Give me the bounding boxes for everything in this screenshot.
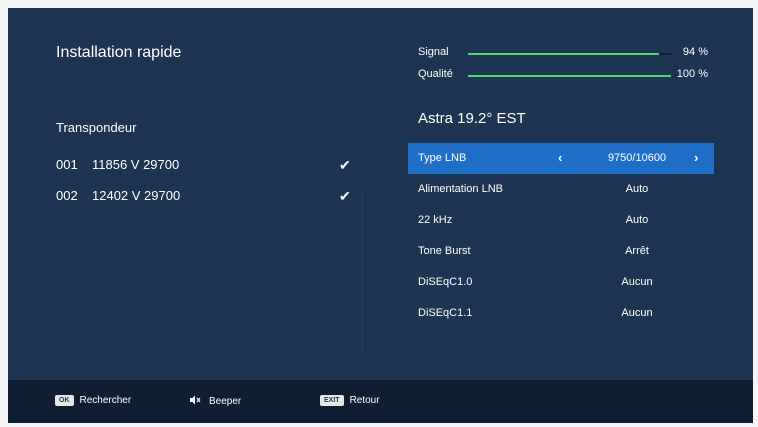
setting-22khz[interactable]: 22 kHz Auto (408, 205, 714, 236)
signal-bar (468, 53, 659, 55)
exit-back-hint[interactable]: EXIT Retour (320, 395, 380, 409)
setting-label: DiSEqC1.1 (418, 307, 473, 319)
signal-track (468, 53, 671, 55)
setting-value: Auto (625, 183, 649, 195)
setting-lnb-type[interactable]: Type LNB ‹ 9750/10600 › (408, 143, 714, 174)
chevron-left-icon[interactable]: ‹ (558, 150, 562, 165)
setting-value: Aucun (621, 307, 653, 319)
ok-key-icon: OK (55, 395, 74, 406)
setting-label: DiSEqC1.0 (418, 276, 473, 288)
footer-bar: OK Rechercher Beeper EXIT Retour (8, 380, 753, 423)
transponder-number: 002 (56, 188, 78, 203)
transponder-frequency: 12402 V 29700 (92, 188, 181, 203)
setting-value: Aucun (621, 276, 653, 288)
beeper-label: Beeper (209, 396, 242, 407)
transponder-frequency: 11856 V 29700 (92, 157, 180, 172)
quality-track (468, 75, 671, 77)
setting-value: Auto (625, 214, 649, 226)
exit-hint-label: Retour (349, 395, 380, 406)
transponder-number: 001 (56, 157, 78, 172)
setting-tone-burst[interactable]: Tone Burst Arrêt (408, 236, 714, 267)
divider (362, 188, 363, 358)
exit-key-icon: EXIT (320, 395, 344, 406)
check-icon: ✔ (339, 157, 351, 173)
setting-label: Alimentation LNB (418, 183, 503, 195)
setting-value: 9750/10600 (607, 152, 667, 164)
quality-value: 100 % (676, 68, 708, 80)
quality-meter: Qualité 100 % (418, 68, 718, 84)
setting-diseqc11[interactable]: DiSEqC1.1 Aucun (408, 298, 714, 329)
setting-value: Arrêt (625, 245, 649, 257)
setting-label: 22 kHz (418, 214, 453, 226)
signal-value: 94 % (682, 46, 708, 58)
setting-label: Type LNB (418, 152, 467, 164)
page-title: Installation rapide (56, 44, 182, 61)
ok-search-hint[interactable]: OK Rechercher (55, 395, 131, 409)
signal-label: Signal (418, 46, 449, 58)
satellite-name: Astra 19.2° EST (418, 110, 526, 127)
ok-hint-label: Rechercher (79, 395, 132, 406)
speaker-mute-icon (190, 395, 201, 408)
setting-label: Tone Burst (418, 245, 471, 257)
setting-diseqc10[interactable]: DiSEqC1.0 Aucun (408, 267, 714, 298)
setting-lnb-power[interactable]: Alimentation LNB Auto (408, 174, 714, 205)
quality-label: Qualité (418, 68, 453, 80)
settings-list: Type LNB ‹ 9750/10600 › Alimentation LNB… (408, 143, 714, 329)
signal-meter: Signal 94 % (418, 46, 718, 62)
quality-bar (468, 75, 671, 77)
transponder-item[interactable]: 002 12402 V 29700 ✔ (56, 188, 356, 208)
transponder-item[interactable]: 001 11856 V 29700 ✔ (56, 157, 356, 177)
chevron-right-icon[interactable]: › (694, 150, 698, 165)
check-icon: ✔ (339, 188, 351, 204)
beeper-hint[interactable]: Beeper (190, 395, 241, 409)
transponder-label: Transpondeur (56, 120, 137, 135)
tv-screen: Installation rapide Transpondeur 001 118… (8, 8, 753, 423)
